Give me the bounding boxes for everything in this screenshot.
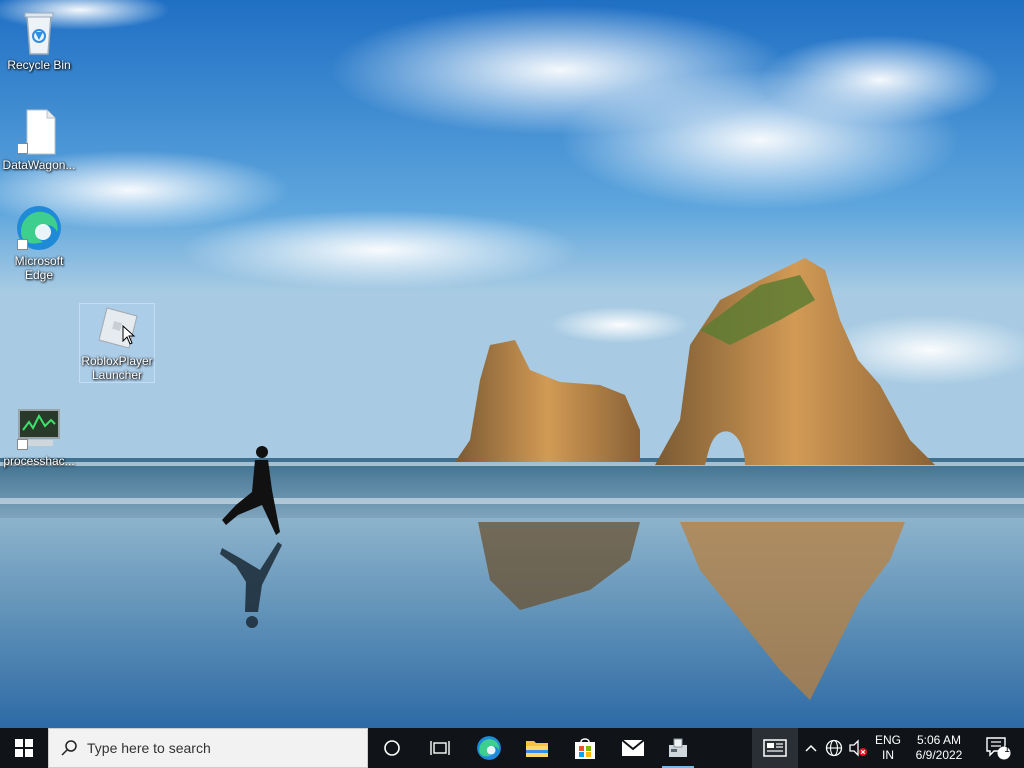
news-icon bbox=[763, 739, 787, 757]
news-and-interests-button[interactable] bbox=[752, 728, 798, 768]
desktop[interactable]: Recycle Bin DataWagon... Microsoft Edge bbox=[0, 0, 1024, 728]
file-explorer-icon bbox=[526, 741, 548, 757]
desktop-icon-label: processhac... bbox=[3, 454, 75, 468]
shortcut-arrow-icon bbox=[17, 239, 28, 250]
taskbar-microsoft-store-button[interactable] bbox=[562, 728, 608, 768]
clock-date: 6/9/2022 bbox=[915, 748, 963, 762]
search-placeholder: Type here to search bbox=[87, 740, 211, 756]
start-button[interactable] bbox=[0, 728, 48, 768]
globe-icon bbox=[825, 739, 843, 757]
chevron-up-icon bbox=[805, 744, 817, 752]
desktop-icon-robloxplayer-launcher[interactable]: RobloxPlayer Launcher bbox=[79, 303, 155, 383]
action-center-button[interactable]: 1 bbox=[978, 728, 1018, 768]
roblox-app-icon bbox=[669, 738, 687, 757]
taskbar: Type here to search ENG IN 5:06 AM 6/9/2… bbox=[0, 728, 1024, 768]
desktop-icon-recycle-bin[interactable]: Recycle Bin bbox=[1, 8, 77, 72]
language-code: ENG bbox=[874, 733, 901, 747]
volume-muted-icon bbox=[849, 739, 867, 757]
task-view-icon bbox=[430, 741, 450, 755]
desktop-icon-datawagon[interactable]: DataWagon... bbox=[1, 108, 77, 172]
search-icon bbox=[61, 740, 77, 756]
process-hacker-icon bbox=[15, 404, 63, 452]
desktop-icon-label: RobloxPlayer Launcher bbox=[81, 354, 153, 382]
desktop-icon-label: Microsoft Edge bbox=[14, 254, 64, 282]
cortana-button[interactable] bbox=[370, 728, 414, 768]
keyboard-region: IN bbox=[882, 748, 894, 762]
network-button[interactable] bbox=[822, 728, 846, 768]
taskbar-mail-button[interactable] bbox=[610, 728, 656, 768]
mouse-cursor-icon bbox=[122, 325, 136, 345]
cortana-icon bbox=[384, 740, 400, 756]
start-icon bbox=[15, 739, 33, 757]
recycle-bin-icon bbox=[15, 8, 63, 56]
microsoft-store-icon bbox=[575, 738, 595, 759]
show-hidden-icons-button[interactable] bbox=[802, 728, 820, 768]
taskbar-edge-button[interactable] bbox=[466, 728, 512, 768]
taskbar-roblox-button[interactable] bbox=[656, 728, 700, 768]
edge-icon bbox=[15, 204, 63, 252]
shortcut-arrow-icon bbox=[17, 143, 28, 154]
shortcut-arrow-icon bbox=[17, 439, 28, 450]
desktop-icon-microsoft-edge[interactable]: Microsoft Edge bbox=[1, 204, 77, 282]
input-language-indicator[interactable]: ENG IN bbox=[872, 733, 904, 763]
mail-icon bbox=[621, 739, 645, 756]
taskbar-file-explorer-button[interactable] bbox=[514, 728, 560, 768]
desktop-icon-processhacker[interactable]: processhac... bbox=[1, 404, 77, 468]
volume-button[interactable] bbox=[846, 728, 870, 768]
desktop-icon-label: DataWagon... bbox=[2, 158, 76, 172]
task-view-button[interactable] bbox=[418, 728, 462, 768]
desktop-icon-label: Recycle Bin bbox=[7, 58, 71, 72]
document-icon bbox=[15, 108, 63, 156]
search-box[interactable]: Type here to search bbox=[48, 728, 368, 768]
clock-time: 5:06 AM bbox=[916, 733, 962, 747]
edge-icon bbox=[477, 736, 501, 760]
clock[interactable]: 5:06 AM 6/9/2022 bbox=[908, 733, 970, 763]
notification-count-badge: 1 bbox=[1004, 744, 1010, 755]
